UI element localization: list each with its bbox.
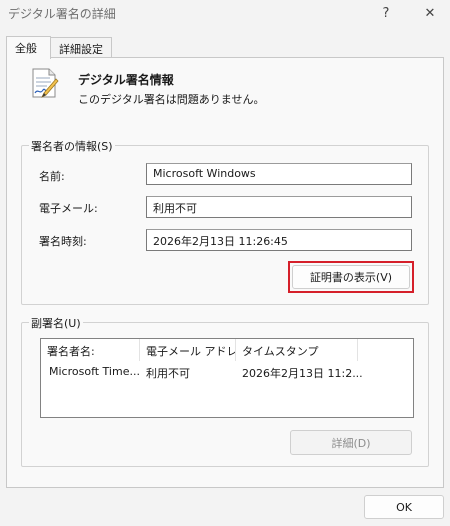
sign-time-field[interactable]: 2026年2月13日 11:26:45 <box>146 229 412 251</box>
help-button[interactable]: ? <box>366 0 406 26</box>
header-status: このデジタル署名は問題ありません。 <box>78 93 265 106</box>
window-title: デジタル署名の詳細 <box>8 7 116 21</box>
email-label: 電子メール: <box>39 202 98 215</box>
countersignature-label: 副署名(U) <box>29 315 83 331</box>
name-field[interactable]: Microsoft Windows <box>146 163 412 185</box>
header-title: デジタル署名情報 <box>78 73 174 87</box>
column-header-timestamp[interactable]: タイムスタンプ <box>236 339 358 361</box>
sign-time-label: 署名時刻: <box>39 235 87 248</box>
row-timestamp-cell: 2026年2月13日 11:2... <box>242 367 363 380</box>
table-row[interactable]: Microsoft Time... 利用不可 2026年2月13日 11:2..… <box>41 361 413 380</box>
row-signer-cell: Microsoft Time... <box>49 365 140 378</box>
close-button[interactable]: ✕ <box>410 0 450 26</box>
ok-button[interactable]: OK <box>364 495 444 519</box>
close-icon: ✕ <box>424 5 436 21</box>
tab-details[interactable]: 詳細設定 <box>50 37 112 58</box>
column-header-email[interactable]: 電子メール アドレ... <box>140 339 236 361</box>
signer-info-label: 署名者の情報(S) <box>29 138 115 154</box>
countersignature-list[interactable]: 署名者名: 電子メール アドレ... タイムスタンプ Microsoft Tim… <box>40 338 414 418</box>
email-field[interactable]: 利用不可 <box>146 196 412 218</box>
help-icon: ? <box>382 5 390 21</box>
view-certificate-button[interactable]: 証明書の表示(V) <box>292 265 410 289</box>
signed-document-icon <box>30 67 60 99</box>
details-button[interactable]: 詳細(D) <box>290 430 412 455</box>
tab-general[interactable]: 全般 <box>6 36 51 59</box>
column-header-signer[interactable]: 署名者名: <box>41 339 140 361</box>
row-email-cell: 利用不可 <box>146 367 190 380</box>
name-label: 名前: <box>39 170 65 183</box>
